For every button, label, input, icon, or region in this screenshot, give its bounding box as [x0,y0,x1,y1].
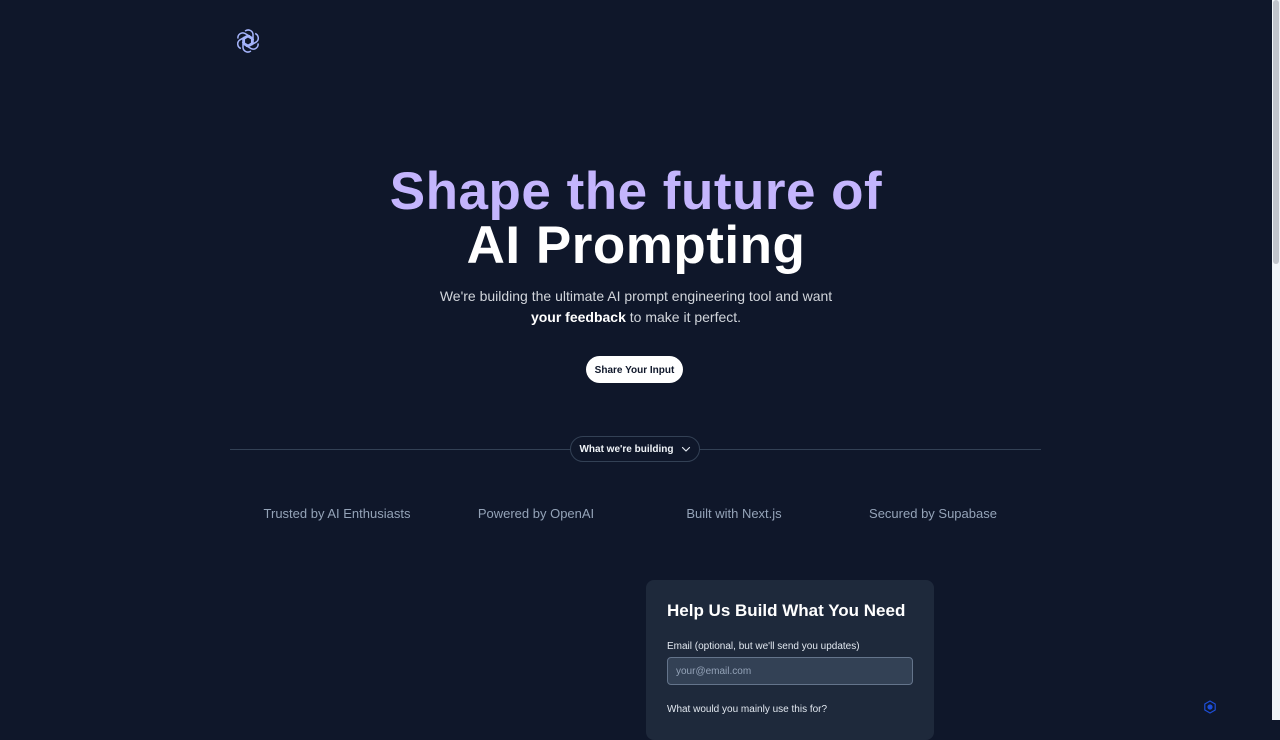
scrollbar-thumb[interactable] [1273,0,1279,264]
hero-title-line-1: Shape the future of [389,162,883,221]
email-field[interactable] [667,657,913,685]
trust-item: Powered by OpenAI [477,506,595,521]
form-title: Help Us Build What You Need [667,601,906,620]
share-your-input-button[interactable]: Share Your Input [586,356,683,383]
hexagon-badge-icon[interactable] [1203,700,1217,714]
hero-heading: Shape the future of AI Prompting [0,162,1272,275]
email-field-label: Email (optional, but we'll send you upda… [667,641,860,652]
trust-item: Secured by Supabase [869,506,997,521]
hero-subtitle: We're building the ultimate AI prompt en… [436,286,836,328]
trust-item: Trusted by AI Enthusiasts [263,506,411,521]
openai-logo-icon[interactable] [234,27,262,55]
subtitle-text-start: We're building the ultimate AI prompt en… [439,288,833,304]
trust-badges: Trusted by AI Enthusiasts Powered by Ope… [0,506,1272,526]
what-were-building-label: What we're building [579,443,674,455]
hero-title-line-2: AI Prompting [466,216,806,275]
what-were-building-toggle[interactable]: What we're building [570,436,700,462]
page-scrollbar[interactable] [1272,0,1280,720]
chevron-down-icon [681,444,691,454]
subtitle-emphasis: your feedback [530,309,626,325]
trust-item: Built with Next.js [686,506,782,521]
use-case-question-label: What would you mainly use this for? [667,704,828,715]
feedback-form-card: Help Us Build What You Need Email (optio… [646,580,934,740]
subtitle-text-end: to make it perfect. [625,309,742,325]
